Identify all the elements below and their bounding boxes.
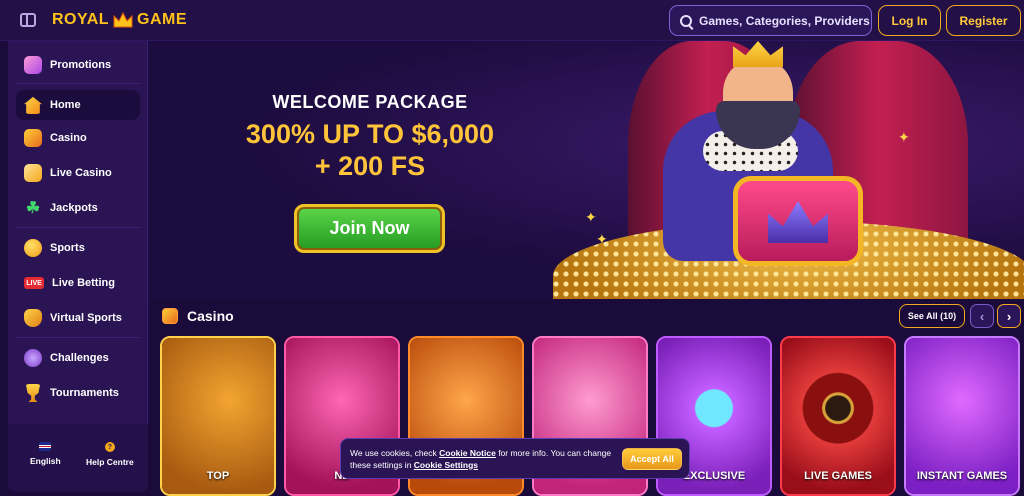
sidebar-item-label: Casino [50, 132, 87, 144]
join-now-button[interactable]: Join Now [294, 204, 445, 253]
top-bar: ROYAL GAME Games, Categories, Providers … [0, 0, 1024, 41]
cookie-text: We use cookies, check Cookie Notice for … [350, 447, 612, 471]
cards-icon [24, 164, 42, 182]
language-label: English [30, 456, 61, 466]
hero-banner: ✦ ✦ ✦ WELCOME PACKAGE 300% UP TO $6,000 … [148, 41, 1024, 299]
logo-text-right: GAME [137, 11, 188, 28]
register-button[interactable]: Register [946, 5, 1021, 36]
flag-uk-icon [39, 442, 52, 451]
category-card-instant-games[interactable]: INSTANT GAMES [904, 336, 1020, 496]
sidebar-item-label: Sports [50, 242, 85, 254]
sidebar-item-label: Promotions [50, 59, 112, 71]
sidebar-item-label: Live Casino [50, 167, 112, 179]
sidebar-footer: English ? Help Centre [8, 424, 148, 492]
divider [16, 337, 140, 338]
accept-all-button[interactable]: Accept All [622, 448, 682, 470]
sparkle-icon: ✦ [585, 209, 597, 225]
sidebar-item-live-casino[interactable]: Live Casino [16, 158, 140, 188]
sidebar-item-challenges[interactable]: Challenges [16, 343, 140, 373]
sidebar: Promotions Home Casino Live Casino ☘ Jac… [8, 41, 148, 492]
search-label: Games, Categories, Providers [699, 13, 870, 28]
help-icon: ? [104, 442, 115, 452]
trophy-icon [25, 384, 41, 402]
sidebar-item-label: Home [50, 99, 81, 111]
sidebar-toggle-icon[interactable] [20, 13, 36, 27]
card-label: LIVE GAMES [804, 470, 872, 482]
logo-text-left: ROYAL [52, 11, 110, 28]
home-icon [24, 96, 42, 114]
laurel-icon [24, 349, 42, 367]
casino-icon [162, 308, 178, 324]
sidebar-item-jackpots[interactable]: ☘ Jackpots [16, 193, 140, 223]
gamepad-icon [24, 309, 42, 327]
category-card-live-games[interactable]: LIVE GAMES [780, 336, 896, 496]
divider [16, 83, 140, 84]
sidebar-item-promotions[interactable]: Promotions [16, 50, 140, 80]
sidebar-item-home[interactable]: Home [16, 90, 140, 120]
sidebar-item-live-betting[interactable]: LIVE Live Betting [16, 268, 140, 298]
help-label: Help Centre [86, 457, 134, 467]
sidebar-item-label: Live Betting [52, 277, 115, 289]
hero-offer: 300% UP TO $6,000 [245, 119, 495, 149]
sidebar-item-label: Jackpots [50, 202, 98, 214]
card-label: INSTANT GAMES [916, 470, 1008, 482]
divider [16, 227, 140, 228]
live-badge-icon: LIVE [24, 277, 44, 289]
section-title: Casino [187, 308, 234, 324]
sparkle-icon: ✦ [596, 231, 608, 247]
sparkle-icon: ✦ [898, 129, 910, 145]
sidebar-item-virtual-sports[interactable]: Virtual Sports [16, 303, 140, 333]
crown-icon [113, 11, 133, 28]
language-selector[interactable]: English [30, 442, 61, 466]
sidebar-item-label: Challenges [50, 352, 109, 364]
help-centre-link[interactable]: ? Help Centre [86, 442, 134, 467]
cookie-text-part: We use cookies, check [350, 447, 440, 458]
casino-icon [24, 129, 42, 147]
card-label: TOP [206, 470, 230, 482]
search-button[interactable]: Games, Categories, Providers [669, 5, 872, 36]
cookie-banner: We use cookies, check Cookie Notice for … [340, 438, 690, 479]
cookie-settings-link[interactable]: Cookie Settings [414, 460, 478, 470]
hero-free-spins: + 200 FS [314, 151, 426, 181]
search-icon [680, 14, 692, 27]
see-all-button[interactable]: See All (10) [899, 304, 965, 328]
logo[interactable]: ROYAL GAME [52, 11, 187, 29]
carousel-next-button[interactable]: › [997, 304, 1021, 328]
cookie-notice-link[interactable]: Cookie Notice [439, 448, 496, 458]
hero-headline: WELCOME PACKAGE [272, 92, 468, 112]
sidebar-item-label: Tournaments [50, 387, 119, 399]
login-button[interactable]: Log In [878, 5, 941, 36]
sidebar-item-sports[interactable]: Sports [16, 233, 140, 263]
sidebar-item-label: Virtual Sports [50, 312, 122, 324]
sidebar-item-casino[interactable]: Casino [16, 123, 140, 153]
clover-icon: ☘ [25, 200, 41, 217]
sidebar-item-tournaments[interactable]: Tournaments [16, 378, 140, 408]
carousel-prev-button[interactable]: ‹ [970, 304, 994, 328]
category-card-top[interactable]: TOP [160, 336, 276, 496]
gift-icon [24, 56, 42, 74]
ball-icon [24, 239, 42, 257]
